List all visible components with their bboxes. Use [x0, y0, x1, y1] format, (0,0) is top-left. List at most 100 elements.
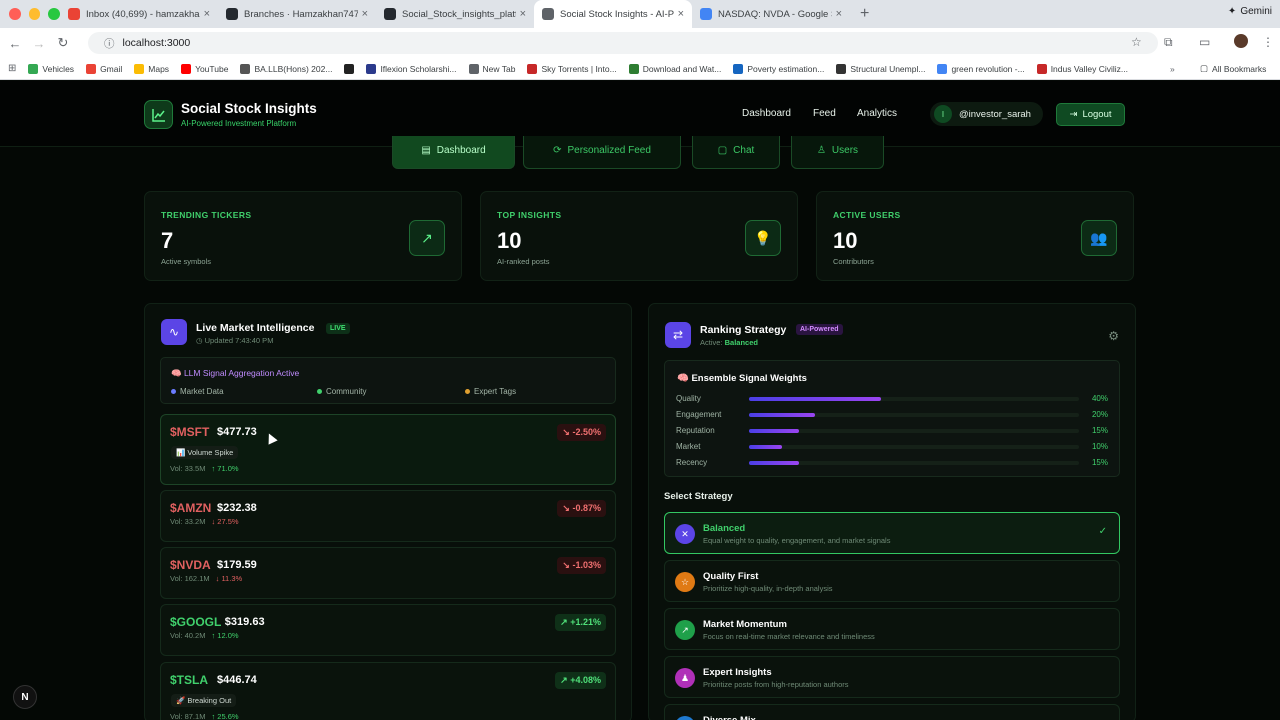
- site-info-icon[interactable]: ⓘ: [104, 36, 115, 51]
- forward-arrow-icon[interactable]: →: [27, 36, 51, 51]
- nav-dashboard[interactable]: Dashboard: [742, 108, 791, 119]
- tab-dashboard[interactable]: ▤ Dashboard: [392, 136, 515, 169]
- legend-dot: [171, 389, 176, 394]
- settings-gear-icon[interactable]: ⚙: [1108, 329, 1119, 343]
- more-menu-icon[interactable]: ⋮: [1262, 35, 1274, 49]
- weight-bar-fill: [749, 429, 799, 433]
- strategy-option-market-momentum[interactable]: ↗ Market Momentum Focus on real-time marke…: [664, 608, 1120, 650]
- volume-change: ↑ 12.0%: [211, 631, 239, 640]
- ticker-card[interactable]: $NVDA $179.59 ↘ -1.03% Vol: 162.1M ↓ 11.3%: [160, 547, 616, 599]
- bookmark-label: green revolution -...: [951, 63, 1025, 74]
- close-tab-icon[interactable]: ×: [520, 8, 526, 20]
- strategy-option-balanced[interactable]: ✕ Balanced Equal weight to quality, engage…: [664, 512, 1120, 554]
- strategy-option-quality-first[interactable]: ☆ Quality First Prioritize high-quality, i…: [664, 560, 1120, 602]
- shuffle-icon: ⇄: [665, 322, 691, 348]
- weight-label: Engagement: [676, 410, 722, 419]
- ticker-symbol[interactable]: $AMZN: [170, 501, 211, 515]
- browser-tab[interactable]: Inbox (40,699) - hamzakhan ×: [60, 0, 218, 28]
- stat-value: 10: [497, 228, 522, 253]
- volume-info: Vol: 33.2M ↓ 27.5%: [170, 517, 239, 526]
- bookmark-item[interactable]: YouTube: [181, 63, 228, 74]
- stat-label: TOP INSIGHTS: [497, 210, 562, 220]
- trend-up-icon: ↗: [560, 675, 571, 685]
- bookmark-item[interactable]: Vehicles: [28, 63, 74, 74]
- ticker-card[interactable]: $GOOGL $319.63 ↗ +1.21% Vol: 40.2M ↑ 12.0%: [160, 604, 616, 656]
- gemini-button[interactable]: ✦ Gemini: [1228, 6, 1272, 17]
- weight-bar-fill: [749, 413, 815, 417]
- close-tab-icon[interactable]: ×: [836, 8, 842, 20]
- bookmarks-overflow-icon[interactable]: »: [1170, 64, 1175, 74]
- browser-tab[interactable]: Branches · Hamzakhan7473/ ×: [218, 0, 376, 28]
- brain-icon: 🧠: [677, 373, 692, 384]
- ticker-symbol[interactable]: $MSFT: [170, 425, 209, 439]
- user-menu[interactable]: I @investor_sarah: [930, 102, 1043, 126]
- weight-percent: 40%: [1091, 394, 1108, 403]
- clock-icon: ◷: [196, 336, 205, 345]
- volume-value: Vol: 162.1M: [170, 574, 210, 583]
- nav-feed[interactable]: Feed: [813, 108, 836, 119]
- ticker-card[interactable]: $MSFT $477.73 ↘ -2.50% 📊 Volume Spike Vol: 3…: [160, 414, 616, 485]
- logout-button[interactable]: ⇥ Logout: [1056, 103, 1125, 126]
- ticker-symbol[interactable]: $NVDA: [170, 558, 211, 572]
- logout-icon: ⇥: [1069, 109, 1078, 120]
- nextjs-dev-badge[interactable]: N: [13, 685, 37, 709]
- browser-tab[interactable]: Social Stock Insights - AI-Po ×: [534, 0, 692, 28]
- bookmark-item[interactable]: Iflexion Scholarshi...: [366, 63, 457, 74]
- tab-personalized-feed[interactable]: ⟳ Personalized Feed: [523, 136, 681, 169]
- ticker-symbol[interactable]: $GOOGL: [170, 615, 221, 629]
- strategy-option-expert-insights[interactable]: ♟ Expert Insights Prioritize posts from hi…: [664, 656, 1120, 698]
- weight-bar-fill: [749, 445, 782, 449]
- bookmark-star-icon[interactable]: ☆: [1131, 35, 1142, 49]
- browser-tab[interactable]: Social_Stock_insights_platfo ×: [376, 0, 534, 28]
- ticker-symbol[interactable]: $TSLA: [170, 673, 208, 687]
- strategy-description: Prioritize high-quality, in-depth analys…: [703, 584, 833, 593]
- live-badge: LIVE: [326, 323, 350, 334]
- tab-users[interactable]: ♙ Users: [791, 136, 884, 169]
- bookmark-item[interactable]: Sky Torrents | Into...: [527, 63, 617, 74]
- browser-tab[interactable]: NASDAQ: NVDA - Google Se ×: [692, 0, 850, 28]
- strategy-option-diverse-mix[interactable]: ● Diverse Mix: [664, 704, 1120, 720]
- tab-title: Social_Stock_insights_platfo: [402, 8, 516, 20]
- bookmark-item[interactable]: Poverty estimation...: [733, 63, 824, 74]
- volume-info: Vol: 87.1M ↑ 25.6%: [170, 712, 239, 720]
- close-window-button[interactable]: [9, 8, 21, 20]
- bookmark-item[interactable]: [344, 63, 355, 74]
- tab-chat[interactable]: ▢ Chat: [692, 136, 780, 169]
- bookmark-item[interactable]: Gmail: [86, 63, 122, 74]
- nav-analytics[interactable]: Analytics: [857, 108, 897, 119]
- profile-avatar[interactable]: [1234, 34, 1248, 48]
- ranking-strategy-panel: ⇄ Ranking Strategy AI-Powered Active: Ba…: [648, 303, 1136, 720]
- close-tab-icon[interactable]: ×: [204, 8, 210, 20]
- trend-down-icon: ↘: [562, 503, 573, 513]
- bookmark-item[interactable]: Structural Unempl...: [836, 63, 925, 74]
- minimize-window-button[interactable]: [28, 8, 41, 20]
- apps-grid-icon[interactable]: ⊞: [8, 63, 16, 74]
- change-badge: ↘ -1.03%: [557, 557, 606, 574]
- bookmark-item[interactable]: BA.LLB(Hons) 202...: [240, 63, 332, 74]
- maximize-window-button[interactable]: [48, 8, 61, 20]
- url-field[interactable]: ⓘ localhost:3000: [88, 32, 1158, 54]
- tab-title: Branches · Hamzakhan7473/: [244, 8, 358, 20]
- bookmark-item[interactable]: green revolution -...: [937, 63, 1025, 74]
- weight-bar: [749, 413, 1079, 417]
- close-tab-icon[interactable]: ×: [362, 8, 368, 20]
- reload-icon[interactable]: ↻: [51, 35, 75, 51]
- folder-icon: ▢: [1200, 63, 1209, 73]
- back-arrow-icon[interactable]: ←: [3, 36, 27, 51]
- ticker-card[interactable]: $AMZN $232.38 ↘ -0.87% Vol: 33.2M ↓ 27.5%: [160, 490, 616, 542]
- side-panel-icon[interactable]: ▭: [1199, 35, 1210, 49]
- close-tab-icon[interactable]: ×: [678, 8, 684, 20]
- ticker-card[interactable]: $TSLA $446.74 ↗ +4.08% 🚀 Breaking Out Vol: 8…: [160, 662, 616, 720]
- volume-info: Vol: 40.2M ↑ 12.0%: [170, 631, 239, 640]
- chart-logo-icon[interactable]: [144, 100, 173, 129]
- extensions-icon[interactable]: ⧉: [1164, 35, 1173, 50]
- brand-title[interactable]: Social Stock Insights: [181, 101, 317, 116]
- all-bookmarks-folder[interactable]: ▢ All Bookmarks: [1200, 63, 1266, 74]
- bookmark-item[interactable]: Download and Wat...: [628, 63, 721, 74]
- new-tab-button[interactable]: +: [860, 5, 869, 23]
- bookmark-item[interactable]: Indus Valley Civiliz...: [1036, 63, 1128, 74]
- legend-dot: [317, 389, 322, 394]
- volume-change: ↓ 11.3%: [215, 574, 243, 583]
- bookmark-item[interactable]: New Tab: [468, 63, 515, 74]
- bookmark-item[interactable]: Maps: [134, 63, 169, 74]
